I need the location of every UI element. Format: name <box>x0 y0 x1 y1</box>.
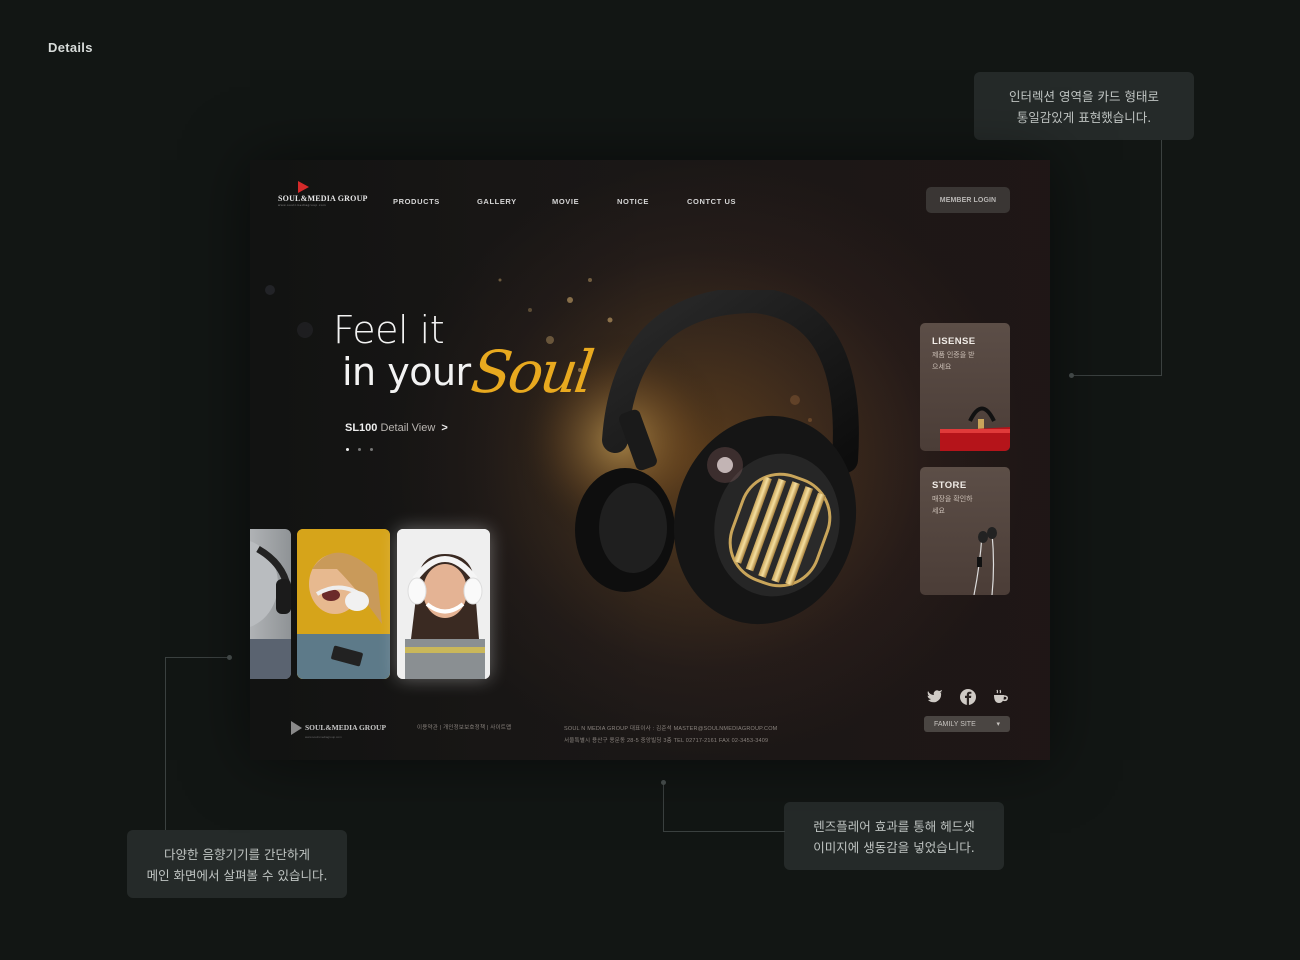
headphone-product-image <box>575 290 859 625</box>
chevron-right-icon: > <box>441 422 448 434</box>
annotation-text: 다양한 음향기기를 간단하게 <box>164 847 310 862</box>
annotation-text: 통일감있게 표현했습니다. <box>1016 110 1152 125</box>
annotation-gallery: 다양한 음향기기를 간단하게 메인 화면에서 살펴볼 수 있습니다. <box>127 830 347 898</box>
hero-pagination <box>346 448 373 451</box>
footer-links[interactable]: 이용약관 | 개인정보보호정책 | 사이트맵 <box>417 723 511 731</box>
footer-info-line: SOUL N MEDIA GROUP 대표이사 : 김준석 MASTER@SOU… <box>564 726 778 732</box>
logo-tagline: www.soulnmediagroup.com <box>278 203 327 207</box>
gallery-thumb[interactable] <box>297 529 390 679</box>
pager-dot[interactable] <box>346 448 349 451</box>
card-title: LISENSE <box>932 336 976 347</box>
footer-logo[interactable]: SOUL&MEDIA GROUP www.soulnmediagroup.com <box>290 717 386 739</box>
hero-headline-line2: in your <box>342 350 471 394</box>
leader-line <box>1072 375 1162 376</box>
nav-products[interactable]: PRODUCTS <box>393 197 440 206</box>
leader-line <box>663 831 785 832</box>
woman-smiling-headphones-image <box>397 529 490 679</box>
annotation-lens-flare: 렌즈플레어 효과를 통해 헤드셋 이미지에 생동감을 넣었습니다. <box>784 802 1004 870</box>
footer-logo-text: SOUL&MEDIA GROUP <box>305 723 387 732</box>
detail-model: SL100 <box>345 422 378 434</box>
detail-label: Detail View <box>380 422 436 434</box>
store-card[interactable]: STORE 매장을 확인하세요 <box>920 467 1010 595</box>
section-title: Details <box>48 40 93 55</box>
pager-dot[interactable] <box>370 448 373 451</box>
twitter-icon[interactable] <box>927 690 943 704</box>
card-title: STORE <box>932 480 967 491</box>
annotation-text: 이미지에 생동감을 넣었습니다. <box>813 840 975 855</box>
leader-dot <box>227 655 232 660</box>
website-mockup: SOUL&MEDIA GROUP www.soulnmediagroup.com… <box>250 160 1050 760</box>
family-site-label: FAMILY SITE <box>934 720 976 728</box>
play-logo-icon <box>291 721 302 735</box>
person-with-headphones-image <box>250 541 291 679</box>
earphones-image <box>973 527 997 595</box>
nav-notice[interactable]: NOTICE <box>617 197 649 206</box>
facebook-icon[interactable] <box>960 689 976 705</box>
gallery-thumb[interactable] <box>250 529 291 679</box>
nav-contact[interactable]: CONTCT US <box>687 197 736 206</box>
annotation-text: 렌즈플레어 효과를 통해 헤드셋 <box>813 819 975 834</box>
footer-info-line: 서울특별시 용산구 용문동 28-5 중앙빌딩 3층 TEL 02717-216… <box>564 738 769 744</box>
leader-dot <box>1069 373 1074 378</box>
footer-logo-tagline: www.soulnmediagroup.com <box>305 735 342 739</box>
member-login-button[interactable]: MEMBER LOGIN <box>926 187 1010 213</box>
site-logo[interactable]: SOUL&MEDIA GROUP www.soulnmediagroup.com <box>278 180 368 207</box>
annotation-text: 인터렉션 영역을 카드 형태로 <box>1009 89 1159 104</box>
chevron-down-icon: ▾ <box>996 721 1000 728</box>
woman-laughing-headphones-image <box>297 529 390 679</box>
leader-line <box>1161 140 1162 376</box>
gallery-thumb[interactable] <box>397 529 490 679</box>
leader-dot <box>661 780 666 785</box>
card-desc: 제품 인증을 받으세요 <box>932 352 975 371</box>
coffee-icon[interactable] <box>992 689 1009 705</box>
card-desc: 매장을 확인하세요 <box>932 496 973 515</box>
play-logo-icon <box>298 181 309 193</box>
detail-view-link[interactable]: SL100 Detail View > <box>345 422 448 434</box>
leader-line <box>663 782 664 832</box>
family-site-select[interactable]: FAMILY SITE ▾ <box>924 716 1010 732</box>
hero-headline-line1: Feel it <box>333 308 445 352</box>
annotation-text: 메인 화면에서 살펴볼 수 있습니다. <box>146 868 328 883</box>
headphone-stand-image <box>940 406 1010 451</box>
nav-gallery[interactable]: GALLERY <box>477 197 517 206</box>
annotation-card-interaction: 인터렉션 영역을 카드 형태로 통일감있게 표현했습니다. <box>974 72 1194 140</box>
leader-line <box>165 657 230 658</box>
leader-line <box>165 657 166 830</box>
logo-text: SOUL&MEDIA GROUP <box>278 194 368 203</box>
footer-company-info: SOUL N MEDIA GROUP 대표이사 : 김준석 MASTER@SOU… <box>564 723 777 747</box>
pager-dot[interactable] <box>358 448 361 451</box>
nav-movie[interactable]: MOVIE <box>552 197 579 206</box>
license-card[interactable]: LISENSE 제품 인증을 받으세요 <box>920 323 1010 451</box>
